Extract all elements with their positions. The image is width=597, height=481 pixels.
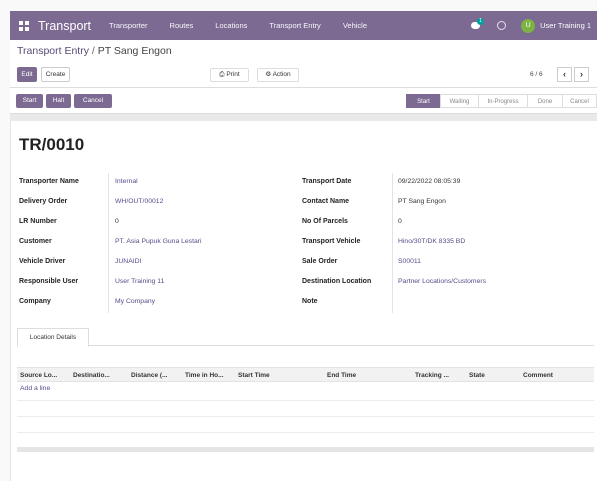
value-vehicle-driver[interactable]: JUNAIDI <box>115 258 141 265</box>
top-menu: Transporter Routes Locations Transport E… <box>109 21 389 30</box>
label-vehicle-driver: Vehicle Driver <box>19 258 66 265</box>
value-contact-name: PT Sang Engon <box>398 198 446 205</box>
label-transport-vehicle: Transport Vehicle <box>302 238 361 245</box>
action-button[interactable]: ⚙ Action <box>257 68 299 82</box>
column-time-in-hours[interactable]: Time in Ho... <box>185 368 224 383</box>
column-tracking[interactable]: Tracking ... <box>415 368 449 383</box>
breadcrumb-parent[interactable]: Transport Entry <box>17 45 89 57</box>
pager-value[interactable]: 6 / 6 <box>530 71 543 78</box>
menu-vehicle[interactable]: Vehicle <box>343 21 367 30</box>
value-sale-order[interactable]: S00011 <box>398 258 421 265</box>
stage-cancel[interactable]: Cancel <box>562 94 597 108</box>
user-menu[interactable]: User Training 1 <box>540 21 591 30</box>
column-end-time[interactable]: End Time <box>327 368 356 383</box>
chat-icon[interactable]: 1 <box>471 18 485 30</box>
pager-previous-button[interactable]: ‹ <box>557 67 572 82</box>
print-button[interactable]: ⎙ Print <box>210 68 249 82</box>
top-navbar: Transport Transporter Routes Locations T… <box>10 11 597 40</box>
breadcrumb-current: PT Sang Engon <box>97 45 172 57</box>
label-delivery-order: Delivery Order <box>19 198 68 205</box>
column-divider-left <box>108 173 109 313</box>
column-state[interactable]: State <box>469 368 485 383</box>
chevron-right-icon: › <box>580 69 583 79</box>
column-start-time[interactable]: Start Time <box>238 368 270 383</box>
action-label: Action <box>272 71 291 78</box>
sheet-background <box>10 114 597 121</box>
value-no-of-parcels: 0 <box>398 218 402 225</box>
halt-button[interactable]: Halt <box>46 94 71 108</box>
record-reference: TR/0010 <box>19 135 85 154</box>
label-transporter-name: Transporter Name <box>19 178 79 185</box>
column-distance[interactable]: Distance (... <box>131 368 167 383</box>
column-source-location[interactable]: Source Lo... <box>20 368 57 383</box>
stage-pipeline: Start Waiting In-Progress Done Cancel <box>406 94 597 108</box>
breadcrumb: Transport Entry / PT Sang Engon <box>17 45 172 57</box>
value-responsible-user[interactable]: User Training 11 <box>115 278 164 285</box>
notebook-tabs: Location Details <box>17 328 594 347</box>
value-transport-vehicle[interactable]: Hino/30T/DK 8335 BD <box>398 238 465 245</box>
value-destination-location[interactable]: Partner Locations/Customers <box>398 278 486 285</box>
column-divider-right <box>392 173 393 313</box>
column-comment[interactable]: Comment <box>523 368 553 383</box>
label-customer: Customer <box>19 238 52 245</box>
stage-waiting[interactable]: Waiting <box>440 94 479 108</box>
menu-transporter[interactable]: Transporter <box>109 21 148 30</box>
label-sale-order: Sale Order <box>302 258 338 265</box>
column-destination[interactable]: Destinatio... <box>73 368 110 383</box>
value-lr-number: 0 <box>115 218 119 225</box>
table-footer <box>17 447 594 452</box>
table-row <box>17 416 594 417</box>
label-note: Note <box>302 298 318 305</box>
label-contact-name: Contact Name <box>302 198 350 205</box>
gear-icon: ⚙ <box>265 71 272 78</box>
menu-transport-entry[interactable]: Transport Entry <box>269 21 320 30</box>
menu-routes[interactable]: Routes <box>170 21 194 30</box>
value-company[interactable]: My Company <box>115 298 155 305</box>
menu-locations[interactable]: Locations <box>215 21 247 30</box>
apps-menu-icon[interactable] <box>19 20 29 31</box>
table-row <box>17 400 594 401</box>
app-title[interactable]: Transport <box>38 19 91 33</box>
stage-start[interactable]: Start <box>406 94 441 108</box>
value-transport-date: 09/22/2022 08:05:39 <box>398 178 461 185</box>
value-transporter-name[interactable]: Internal <box>115 178 138 185</box>
form-sheet: TR/0010 Transporter Name Internal Delive… <box>10 121 597 481</box>
tab-location-details[interactable]: Location Details <box>17 328 89 347</box>
pager-next-button[interactable]: › <box>574 67 589 82</box>
systray: 1 U User Training 1 <box>471 11 597 40</box>
add-line-link[interactable]: Add a line <box>20 385 50 392</box>
avatar[interactable]: U <box>521 18 536 33</box>
table-row <box>17 432 594 433</box>
label-responsible-user: Responsible User <box>19 278 79 285</box>
start-button[interactable]: Start <box>16 94 43 108</box>
print-icon: ⎙ <box>219 71 225 78</box>
breadcrumb-separator: / <box>91 45 95 57</box>
stage-done[interactable]: Done <box>527 94 563 108</box>
activity-clock-icon[interactable] <box>497 21 507 30</box>
value-customer[interactable]: PT. Asia Pupuk Guna Lestari <box>115 238 202 245</box>
edit-button[interactable]: Edit <box>17 67 37 82</box>
table-header: Source Lo... Destinatio... Distance (...… <box>17 367 594 382</box>
value-delivery-order[interactable]: WH/OUT/00012 <box>115 198 163 205</box>
chat-badge: 1 <box>477 18 485 25</box>
label-transport-date: Transport Date <box>302 178 352 185</box>
label-destination-location: Destination Location <box>302 278 372 285</box>
create-button[interactable]: Create <box>41 67 70 82</box>
label-no-of-parcels: No Of Parcels <box>302 218 348 225</box>
label-lr-number: LR Number <box>19 218 57 225</box>
print-label: Print <box>226 71 240 78</box>
cancel-button[interactable]: Cancel <box>74 94 112 108</box>
status-bar: Start Halt Cancel Start Waiting In-Progr… <box>10 88 597 114</box>
control-panel: Transport Entry / PT Sang Engon Edit Cre… <box>10 40 597 88</box>
label-company: Company <box>19 298 51 305</box>
chevron-left-icon: ‹ <box>563 69 566 79</box>
stage-in-progress[interactable]: In-Progress <box>478 94 528 108</box>
